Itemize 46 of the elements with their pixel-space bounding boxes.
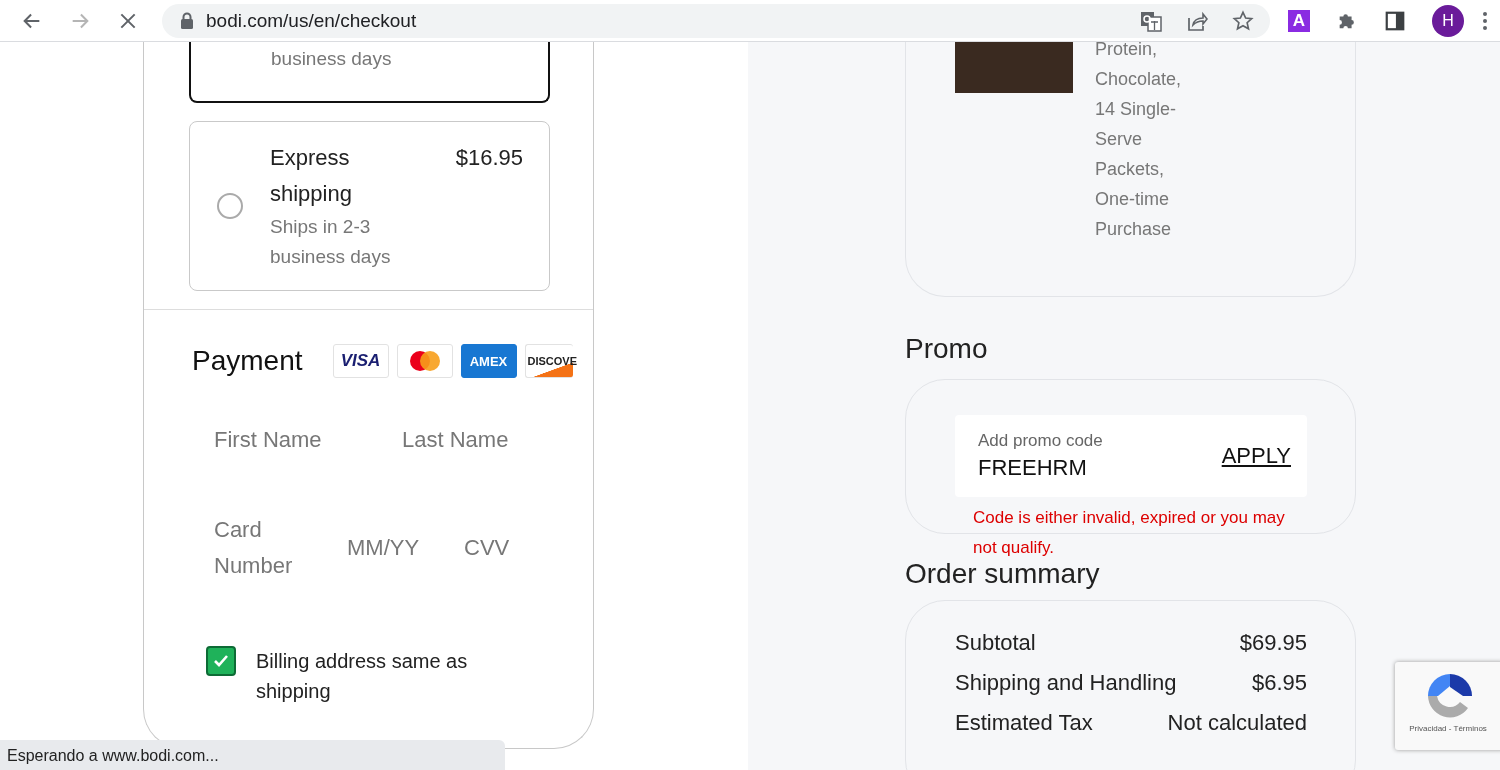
url-text: bodi.com/us/en/checkout: [206, 9, 418, 32]
summary-value: $6.95: [1251, 669, 1307, 697]
promo-heading: Promo: [905, 333, 989, 365]
field-value: FREEHRM: [978, 455, 1088, 481]
error-message: Code is either invalid, expired or you may not qualify.: [973, 507, 1286, 559]
star-icon[interactable]: [1232, 9, 1254, 32]
recaptcha-badge[interactable]: Privacidad - Términos: [1395, 662, 1500, 750]
summary-label: Estimated Tax: [955, 709, 1093, 737]
summary-value: $69.95: [1239, 629, 1307, 657]
recaptcha-links[interactable]: Privacidad - Términos: [1409, 724, 1487, 733]
summary-value: Not calculated: [1167, 709, 1307, 737]
shipping-detail: Ships in 2-3 business days: [270, 215, 392, 269]
checkbox[interactable]: [206, 646, 236, 676]
input-field[interactable]: Card Number: [214, 512, 314, 592]
share-icon[interactable]: [1186, 9, 1208, 32]
apply-link[interactable]: APPLY: [1221, 443, 1291, 469]
order-summary-heading: Order summary: [905, 558, 1101, 590]
radio-button[interactable]: [217, 193, 243, 219]
visa-logo: VISA: [332, 344, 389, 378]
status-bar: Esperando a www.bodi.com...: [0, 740, 505, 770]
shipping-title: Express shipping: [270, 144, 353, 208]
input-field[interactable]: MM/YY: [347, 512, 464, 610]
summary-label: Subtotal: [955, 629, 1036, 657]
extension-button[interactable]: A: [1288, 9, 1310, 32]
shipping-detail: business days: [271, 47, 393, 71]
address-bar[interactable]: bodi.com/us/en/checkout: [162, 3, 1270, 38]
shipping-price: $16.95: [455, 144, 523, 172]
shipping-option[interactable]: Express shipping $16.95 Ships in 2-3 business days: [189, 121, 550, 291]
input-field[interactable]: First Name: [214, 422, 402, 502]
checkmark-icon: [213, 654, 229, 668]
overlapping-circles-icon: [407, 350, 442, 372]
side-panel-icon[interactable]: [1384, 9, 1406, 32]
input-field[interactable]: Last Name: [402, 422, 552, 502]
amex-logo: AMEX: [460, 344, 517, 378]
product-description: Protein, Chocolate, 14 Single-Serve Packets, One-time Purchase: [1095, 38, 1183, 241]
translate-icon[interactable]: [1140, 9, 1162, 32]
shipping-option[interactable]: business days: [189, 42, 550, 103]
input-field[interactable]: CVV: [464, 512, 544, 610]
checkbox-label: Billing address same as shipping: [256, 649, 469, 704]
field-label: Add promo code: [978, 431, 1103, 451]
more-menu-icon[interactable]: [1482, 9, 1488, 32]
payment-heading: Payment: [192, 345, 303, 377]
promo-code-field[interactable]: Add promo code FREEHRM APPLY: [955, 415, 1307, 497]
lock-icon: [180, 12, 194, 29]
profile-avatar[interactable]: H: [1432, 4, 1464, 37]
summary-label: Shipping and Handling: [955, 669, 1177, 697]
